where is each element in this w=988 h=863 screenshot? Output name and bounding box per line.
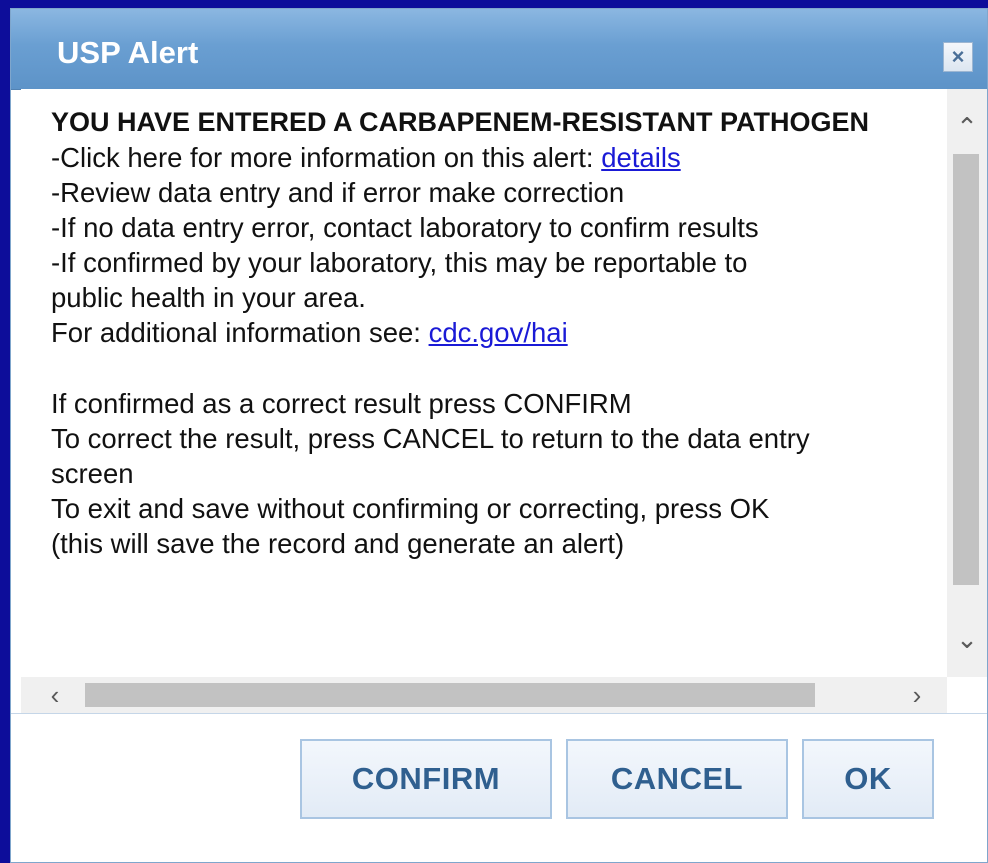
details-prompt: -Click here for more information on this… <box>51 142 602 173</box>
message-line: To exit and save without confirming or c… <box>51 493 770 524</box>
vertical-scroll-thumb[interactable] <box>953 154 979 585</box>
dialog-titlebar[interactable]: USP Alert × <box>11 9 987 90</box>
confirm-button[interactable]: CONFIRM <box>300 739 552 819</box>
cdc-prompt: For additional information see: <box>51 317 429 348</box>
horizontal-scroll-thumb[interactable] <box>85 683 815 707</box>
message-line: To correct the result, press CANCEL to r… <box>51 423 810 454</box>
scroll-down-icon[interactable]: ⌄ <box>947 619 987 659</box>
scroll-right-icon[interactable]: › <box>897 677 937 713</box>
ok-button[interactable]: OK <box>802 739 934 819</box>
message-line: For additional information see: cdc.gov/… <box>51 315 947 350</box>
message-line: -Review data entry and if error make cor… <box>51 177 625 208</box>
message-line: public health in your area. <box>51 282 366 313</box>
alert-heading: YOU HAVE ENTERED A CARBAPENEM-RESISTANT … <box>51 107 870 137</box>
message-line: (this will save the record and generate … <box>51 528 625 559</box>
usp-alert-dialog: USP Alert × YOU HAVE ENTERED A CARBAPENE… <box>10 8 988 863</box>
scrollbar-corner <box>947 677 987 713</box>
close-icon[interactable]: × <box>943 42 973 72</box>
vertical-scrollbar[interactable]: ⌃ ⌄ <box>947 89 987 677</box>
message-line: -If no data entry error, contact laborat… <box>51 212 759 243</box>
message-panel: YOU HAVE ENTERED A CARBAPENEM-RESISTANT … <box>21 89 947 677</box>
button-divider <box>11 713 987 714</box>
message-text: YOU HAVE ENTERED A CARBAPENEM-RESISTANT … <box>51 107 947 561</box>
scroll-left-icon[interactable]: ‹ <box>35 677 75 713</box>
details-link[interactable]: details <box>601 142 681 173</box>
message-line: screen <box>51 458 134 489</box>
message-line: If confirmed as a correct result press C… <box>51 388 632 419</box>
cancel-button[interactable]: CANCEL <box>566 739 788 819</box>
dialog-title: USP Alert <box>57 35 199 70</box>
message-line: -If confirmed by your laboratory, this m… <box>51 247 748 278</box>
message-line: -Click here for more information on this… <box>51 140 947 175</box>
scroll-up-icon[interactable]: ⌃ <box>947 107 987 147</box>
horizontal-scrollbar[interactable]: ‹ › <box>21 677 947 713</box>
cdc-link[interactable]: cdc.gov/hai <box>429 317 568 348</box>
